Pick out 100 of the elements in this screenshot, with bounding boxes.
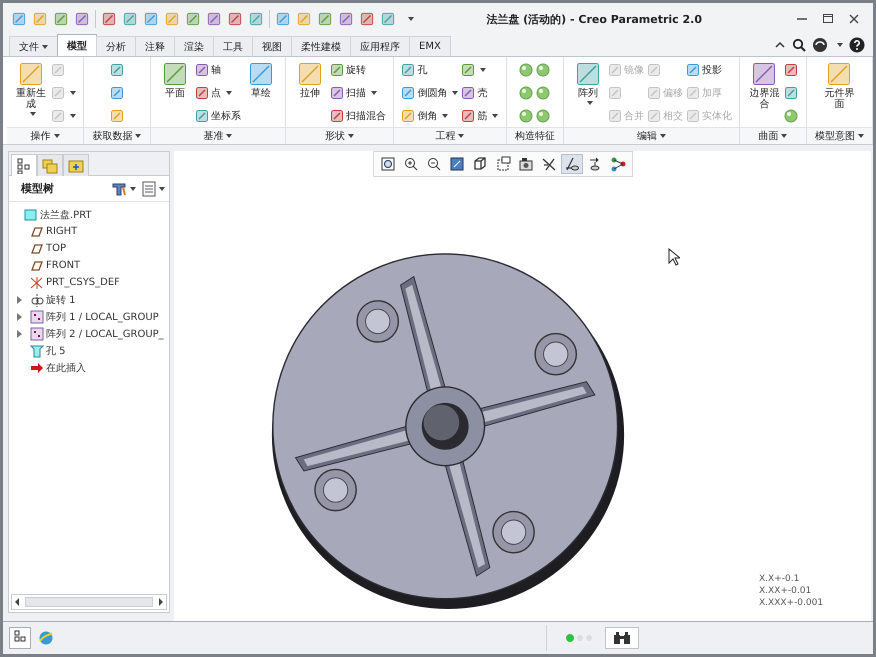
ribbon-tab[interactable]: 模型 [57,34,97,56]
model-tree-toggle-button[interactable] [9,627,31,649]
tool-icon [784,62,798,76]
tool-icon [110,62,124,76]
zoom-out-icon [426,156,442,172]
tool-icon [401,62,416,76]
tree-item[interactable]: FRONT [46,260,80,271]
expand-arrow-icon[interactable] [17,312,22,320]
ribbon-button[interactable]: 重新生成 [14,60,48,116]
ribbon-button[interactable]: 扫描 [330,83,386,102]
tool-icon [686,108,700,122]
tool-icon [686,86,700,100]
maximize-icon [823,14,833,24]
sphere-icon [519,108,534,122]
ribbon-button[interactable]: 扫描混合 [330,106,386,125]
ribbon-button[interactable]: 轴 [194,60,241,79]
zoom-in-icon [402,156,418,172]
ribbon-button[interactable]: 坐标系 [194,106,241,125]
sphere-icon [536,108,550,122]
ribbon-button[interactable]: 拉伸 [293,60,328,99]
ribbon-tab[interactable]: 视图 [252,36,292,56]
ribbon-tab[interactable]: 渲染 [174,36,214,56]
show-menu-button[interactable] [142,180,165,196]
view-tool-button[interactable] [560,154,582,174]
tool-icon [401,86,416,100]
ribbon-button[interactable]: 阵列 [571,60,606,105]
tree-item[interactable]: 在此插入 [46,360,86,374]
ribbon-button[interactable]: 草绘 [244,60,278,99]
group-label[interactable]: 形状 [286,127,394,144]
ribbon-tab[interactable]: EMX [409,36,451,56]
ribbon-button[interactable]: 筋 [461,106,498,125]
insert-arrow-icon [29,360,44,375]
ribbon-button[interactable]: 倒圆角 [401,83,458,102]
group-label[interactable]: 操作 [7,127,84,144]
group-label[interactable]: 工程 [394,127,506,144]
find-button[interactable] [605,627,639,649]
ribbon-button[interactable]: 壳 [461,83,498,102]
ribbon-tab[interactable]: 注释 [135,36,175,56]
tool-icon [647,62,662,76]
ribbon-button[interactable]: 投影 [686,60,732,79]
tool-icon [194,86,209,100]
tool-icon [330,108,344,122]
csys-icon [29,275,44,290]
tool-icon [608,86,622,100]
tree-item[interactable]: 法兰盘.PRT [40,208,92,222]
group-label[interactable]: 编辑 [564,127,740,144]
ribbon-tab[interactable]: 分析 [96,36,136,56]
tool-icon [51,108,66,122]
horizontal-scrollbar[interactable] [11,594,167,610]
tree-item[interactable]: 旋转 1 [46,292,76,306]
tool-icon [827,62,852,86]
tolerance-note: X.XXX+-0.001 [759,597,824,609]
tree-item[interactable]: TOP [46,243,66,254]
sphere-icon [536,86,550,100]
minimize-icon [797,16,807,22]
group-label[interactable]: 构造特征 [506,127,563,144]
tree-item[interactable]: PRT_CSYS_DEF [46,277,120,288]
tool-icon [194,62,209,76]
group-label[interactable]: 基准 [150,127,285,144]
saved-view-icon [494,156,510,172]
tool-icon [647,108,662,122]
mouse-cursor-icon [668,248,680,266]
ribbon-button[interactable]: 旋转 [330,60,386,79]
tool-icon [51,62,66,76]
binoculars-icon [613,631,631,645]
folders-icon [42,158,58,174]
ribbon-button[interactable]: 边界混合 [747,60,782,110]
ribbon-button[interactable]: 倒角 [401,106,458,125]
sphere-icon [519,86,534,100]
sphere-icon [784,108,798,122]
ribbon-button[interactable]: 平面 [158,60,192,99]
camera-icon [518,156,534,172]
group-label[interactable]: 曲面 [740,127,806,144]
tree-item[interactable]: 阵列 2 / LOCAL_GROUP_ [46,326,164,340]
expand-arrow-icon[interactable] [17,296,22,304]
expand-arrow-icon[interactable] [17,330,22,338]
tool-icon [194,108,209,122]
tree-item[interactable]: 孔 5 [46,344,66,358]
navigator-tab[interactable] [11,154,37,176]
tool-icon [330,62,344,76]
settings-icon [111,180,127,196]
group-label[interactable]: 模型意图 [806,127,872,144]
ribbon-button[interactable]: 点 [194,83,241,102]
hole-icon [29,343,44,358]
close-icon [849,14,859,24]
tree-item[interactable]: RIGHT [46,226,78,237]
ribbon-tab[interactable]: 柔性建模 [291,36,351,56]
graphics-viewport[interactable]: X.X+-0.1 X.XX+-0.01 X.XXX+-0.001 [174,151,871,621]
ribbon-button[interactable]: 元件界面 [822,60,856,110]
group-label[interactable]: 获取数据 [84,127,150,144]
ribbon-button[interactable]: 孔 [401,60,458,79]
tree-item[interactable]: 阵列 1 / LOCAL_GROUP [46,310,159,324]
tool-icon [461,86,476,100]
plane-display-icon [564,156,580,172]
ribbon-tab[interactable]: 工具 [213,36,253,56]
settings-button[interactable] [111,180,136,196]
ribbon-tab[interactable]: 文件 [9,36,58,56]
status-lights-icon [565,633,595,643]
ribbon-tab[interactable]: 应用程序 [350,36,410,56]
tool-icon [110,86,124,100]
